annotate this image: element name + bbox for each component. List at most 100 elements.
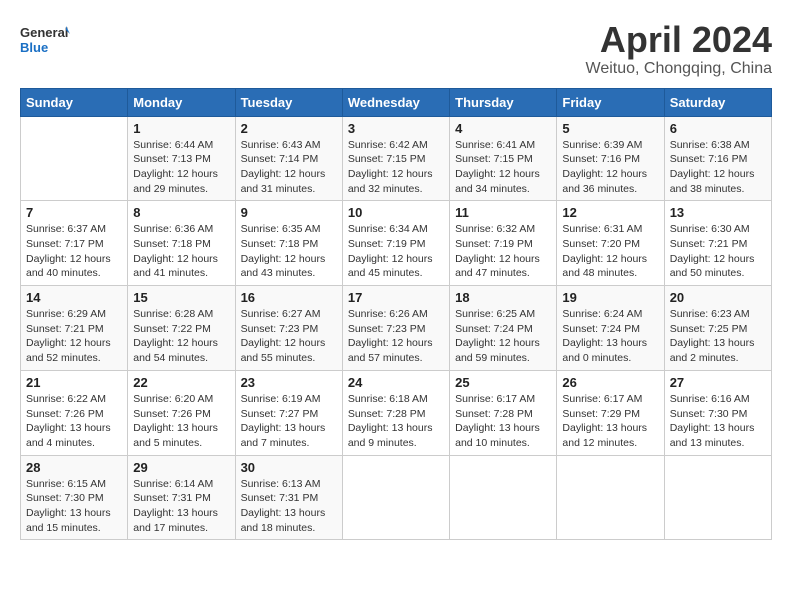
day-cell: 8 Sunrise: 6:36 AMSunset: 7:18 PMDaylight… xyxy=(128,201,235,286)
day-detail: Sunrise: 6:29 AMSunset: 7:21 PMDaylight:… xyxy=(26,307,122,366)
day-detail: Sunrise: 6:38 AMSunset: 7:16 PMDaylight:… xyxy=(670,138,766,197)
day-detail: Sunrise: 6:30 AMSunset: 7:21 PMDaylight:… xyxy=(670,222,766,281)
day-number: 20 xyxy=(670,290,766,305)
day-cell: 20 Sunrise: 6:23 AMSunset: 7:25 PMDayligh… xyxy=(664,286,771,371)
day-detail: Sunrise: 6:41 AMSunset: 7:15 PMDaylight:… xyxy=(455,138,551,197)
month-year: April 2024 xyxy=(586,20,773,60)
day-detail: Sunrise: 6:34 AMSunset: 7:19 PMDaylight:… xyxy=(348,222,444,281)
day-detail: Sunrise: 6:42 AMSunset: 7:15 PMDaylight:… xyxy=(348,138,444,197)
day-number: 3 xyxy=(348,121,444,136)
day-number: 23 xyxy=(241,375,337,390)
day-detail: Sunrise: 6:35 AMSunset: 7:18 PMDaylight:… xyxy=(241,222,337,281)
day-detail: Sunrise: 6:37 AMSunset: 7:17 PMDaylight:… xyxy=(26,222,122,281)
title-block: April 2024 Weituo, Chongqing, China xyxy=(586,20,773,78)
day-number: 18 xyxy=(455,290,551,305)
day-cell: 14 Sunrise: 6:29 AMSunset: 7:21 PMDayligh… xyxy=(21,286,128,371)
day-cell: 24 Sunrise: 6:18 AMSunset: 7:28 PMDayligh… xyxy=(342,370,449,455)
col-header-monday: Monday xyxy=(128,88,235,116)
day-detail: Sunrise: 6:16 AMSunset: 7:30 PMDaylight:… xyxy=(670,392,766,451)
day-number: 15 xyxy=(133,290,229,305)
day-number: 14 xyxy=(26,290,122,305)
day-detail: Sunrise: 6:14 AMSunset: 7:31 PMDaylight:… xyxy=(133,477,229,536)
col-header-saturday: Saturday xyxy=(664,88,771,116)
day-detail: Sunrise: 6:31 AMSunset: 7:20 PMDaylight:… xyxy=(562,222,658,281)
day-cell: 22 Sunrise: 6:20 AMSunset: 7:26 PMDayligh… xyxy=(128,370,235,455)
day-detail: Sunrise: 6:43 AMSunset: 7:14 PMDaylight:… xyxy=(241,138,337,197)
col-header-sunday: Sunday xyxy=(21,88,128,116)
day-number: 29 xyxy=(133,460,229,475)
svg-text:General: General xyxy=(20,25,68,40)
logo-svg: General Blue xyxy=(20,20,70,62)
day-cell: 23 Sunrise: 6:19 AMSunset: 7:27 PMDayligh… xyxy=(235,370,342,455)
day-number: 10 xyxy=(348,205,444,220)
day-number: 4 xyxy=(455,121,551,136)
day-cell xyxy=(450,455,557,540)
day-number: 28 xyxy=(26,460,122,475)
day-detail: Sunrise: 6:36 AMSunset: 7:18 PMDaylight:… xyxy=(133,222,229,281)
day-detail: Sunrise: 6:17 AMSunset: 7:29 PMDaylight:… xyxy=(562,392,658,451)
day-number: 16 xyxy=(241,290,337,305)
day-detail: Sunrise: 6:19 AMSunset: 7:27 PMDaylight:… xyxy=(241,392,337,451)
week-row-4: 21Sunrise: 6:22 AMSunset: 7:26 PMDayligh… xyxy=(21,370,772,455)
day-number: 8 xyxy=(133,205,229,220)
day-cell: 13Sunrise: 6:30 AMSunset: 7:21 PMDayligh… xyxy=(664,201,771,286)
location: Weituo, Chongqing, China xyxy=(586,60,773,78)
day-detail: Sunrise: 6:24 AMSunset: 7:24 PMDaylight:… xyxy=(562,307,658,366)
day-number: 2 xyxy=(241,121,337,136)
day-cell xyxy=(557,455,664,540)
day-number: 6 xyxy=(670,121,766,136)
day-cell: 3 Sunrise: 6:42 AMSunset: 7:15 PMDaylight… xyxy=(342,116,449,201)
col-header-friday: Friday xyxy=(557,88,664,116)
day-cell: 11 Sunrise: 6:32 AMSunset: 7:19 PMDayligh… xyxy=(450,201,557,286)
day-cell: 7Sunrise: 6:37 AMSunset: 7:17 PMDaylight… xyxy=(21,201,128,286)
day-cell: 26 Sunrise: 6:17 AMSunset: 7:29 PMDayligh… xyxy=(557,370,664,455)
col-header-thursday: Thursday xyxy=(450,88,557,116)
day-detail: Sunrise: 6:39 AMSunset: 7:16 PMDaylight:… xyxy=(562,138,658,197)
day-detail: Sunrise: 6:32 AMSunset: 7:19 PMDaylight:… xyxy=(455,222,551,281)
day-cell: 5Sunrise: 6:39 AMSunset: 7:16 PMDaylight… xyxy=(557,116,664,201)
day-cell: 1Sunrise: 6:44 AMSunset: 7:13 PMDaylight… xyxy=(128,116,235,201)
svg-text:Blue: Blue xyxy=(20,40,48,55)
day-cell: 6 Sunrise: 6:38 AMSunset: 7:16 PMDaylight… xyxy=(664,116,771,201)
day-detail: Sunrise: 6:20 AMSunset: 7:26 PMDaylight:… xyxy=(133,392,229,451)
day-cell: 15 Sunrise: 6:28 AMSunset: 7:22 PMDayligh… xyxy=(128,286,235,371)
day-number: 26 xyxy=(562,375,658,390)
day-detail: Sunrise: 6:28 AMSunset: 7:22 PMDaylight:… xyxy=(133,307,229,366)
day-detail: Sunrise: 6:23 AMSunset: 7:25 PMDaylight:… xyxy=(670,307,766,366)
day-cell: 10 Sunrise: 6:34 AMSunset: 7:19 PMDayligh… xyxy=(342,201,449,286)
day-number: 30 xyxy=(241,460,337,475)
day-detail: Sunrise: 6:25 AMSunset: 7:24 PMDaylight:… xyxy=(455,307,551,366)
day-cell xyxy=(664,455,771,540)
day-cell: 21Sunrise: 6:22 AMSunset: 7:26 PMDayligh… xyxy=(21,370,128,455)
day-detail: Sunrise: 6:17 AMSunset: 7:28 PMDaylight:… xyxy=(455,392,551,451)
day-cell xyxy=(21,116,128,201)
week-row-5: 28Sunrise: 6:15 AMSunset: 7:30 PMDayligh… xyxy=(21,455,772,540)
day-cell: 4 Sunrise: 6:41 AMSunset: 7:15 PMDaylight… xyxy=(450,116,557,201)
day-number: 22 xyxy=(133,375,229,390)
day-number: 25 xyxy=(455,375,551,390)
day-number: 17 xyxy=(348,290,444,305)
day-detail: Sunrise: 6:22 AMSunset: 7:26 PMDaylight:… xyxy=(26,392,122,451)
day-cell: 25 Sunrise: 6:17 AMSunset: 7:28 PMDayligh… xyxy=(450,370,557,455)
day-detail: Sunrise: 6:26 AMSunset: 7:23 PMDaylight:… xyxy=(348,307,444,366)
header: General Blue April 2024 Weituo, Chongqin… xyxy=(20,20,772,78)
calendar-header-row: SundayMondayTuesdayWednesdayThursdayFrid… xyxy=(21,88,772,116)
day-number: 9 xyxy=(241,205,337,220)
day-cell: 19 Sunrise: 6:24 AMSunset: 7:24 PMDayligh… xyxy=(557,286,664,371)
week-row-2: 7Sunrise: 6:37 AMSunset: 7:17 PMDaylight… xyxy=(21,201,772,286)
day-number: 24 xyxy=(348,375,444,390)
day-cell: 30 Sunrise: 6:13 AMSunset: 7:31 PMDayligh… xyxy=(235,455,342,540)
day-cell xyxy=(342,455,449,540)
day-number: 27 xyxy=(670,375,766,390)
calendar-table: SundayMondayTuesdayWednesdayThursdayFrid… xyxy=(20,88,772,541)
week-row-3: 14 Sunrise: 6:29 AMSunset: 7:21 PMDayligh… xyxy=(21,286,772,371)
day-detail: Sunrise: 6:44 AMSunset: 7:13 PMDaylight:… xyxy=(133,138,229,197)
logo: General Blue xyxy=(20,20,70,62)
day-detail: Sunrise: 6:18 AMSunset: 7:28 PMDaylight:… xyxy=(348,392,444,451)
day-detail: Sunrise: 6:13 AMSunset: 7:31 PMDaylight:… xyxy=(241,477,337,536)
col-header-wednesday: Wednesday xyxy=(342,88,449,116)
day-number: 19 xyxy=(562,290,658,305)
day-number: 11 xyxy=(455,205,551,220)
day-cell: 9 Sunrise: 6:35 AMSunset: 7:18 PMDaylight… xyxy=(235,201,342,286)
day-detail: Sunrise: 6:27 AMSunset: 7:23 PMDaylight:… xyxy=(241,307,337,366)
